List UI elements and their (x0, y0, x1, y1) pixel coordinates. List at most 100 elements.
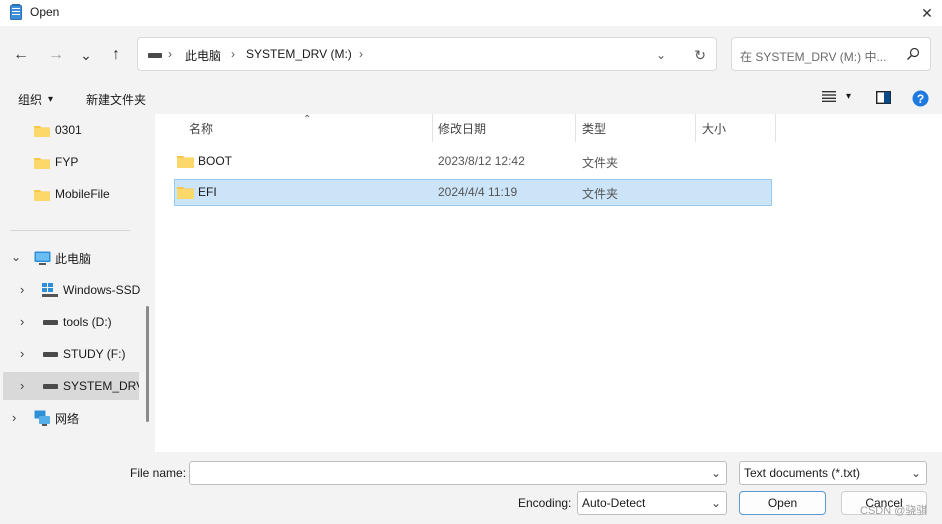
view-options-button[interactable]: ▾ (822, 90, 851, 102)
chevron-right-icon[interactable]: › (20, 314, 24, 329)
sidebar-item-windows-ssd[interactable]: › Windows-SSD (0, 276, 140, 304)
search-input[interactable]: 在 SYSTEM_DRV (M:) 中... (731, 37, 931, 71)
windows-drive-icon (42, 283, 58, 297)
organize-label: 组织 (18, 93, 43, 107)
sidebar-item-this-pc[interactable]: ⌄ 此电脑 (0, 244, 140, 272)
column-divider[interactable] (695, 114, 696, 142)
file-type: 文件夹 (582, 187, 619, 201)
file-modified: 2024/4/4 11:19 (438, 185, 518, 199)
sidebar-item-system-drv[interactable]: › SYSTEM_DRV (3, 372, 139, 400)
folder-icon (34, 190, 50, 201)
column-header-modified[interactable]: 修改日期 (438, 114, 486, 142)
organize-menu-button[interactable]: 组织 ▾ (18, 91, 53, 108)
open-button[interactable]: Open (739, 491, 826, 515)
drive-icon (43, 352, 58, 357)
chevron-down-icon: ⌄ (80, 46, 92, 63)
drive-icon (43, 384, 58, 389)
sidebar-item-fyp[interactable]: FYP (0, 148, 140, 176)
help-button[interactable]: ? (912, 90, 929, 110)
refresh-button[interactable]: ↻ (694, 47, 706, 64)
sidebar-item-label: tools (D:) (63, 315, 112, 329)
chevron-right-icon[interactable]: › (20, 378, 24, 393)
search-icon (907, 47, 920, 60)
caret-down-icon: ▾ (48, 94, 54, 105)
sort-ascending-icon: ⌃ (303, 114, 312, 125)
svg-text:?: ? (917, 92, 924, 106)
sidebar-item-label: 此电脑 (55, 251, 92, 266)
column-header-type[interactable]: 类型 (582, 114, 606, 142)
chevron-right-icon[interactable]: › (20, 346, 24, 361)
recent-locations-button[interactable]: ⌄ (74, 44, 98, 66)
file-name-label: File name: (130, 466, 187, 480)
column-header-size[interactable]: 大小 (702, 114, 726, 142)
list-view-icon (822, 91, 836, 102)
breadcrumb-separator[interactable]: › (231, 47, 235, 61)
folder-icon (34, 126, 50, 137)
chevron-down-icon: ⌄ (710, 496, 721, 510)
chevron-down-icon: ⌄ (910, 466, 921, 480)
breadcrumb-separator[interactable]: › (359, 47, 363, 61)
column-header-name[interactable]: 名称 (189, 114, 213, 142)
file-row[interactable]: BOOT 2023/8/12 12:42 文件夹 (174, 148, 772, 175)
sidebar-item-0301[interactable]: 0301 (0, 116, 140, 144)
navigation-pane: 0301 FYP MobileFile ⌄ 此电脑 › Windows-SSD … (0, 114, 155, 452)
close-button[interactable]: ✕ (912, 0, 942, 26)
sidebar-divider (10, 230, 130, 231)
notepad-icon (10, 4, 22, 20)
folder-icon (34, 158, 50, 169)
sidebar-item-label: SYSTEM_DRV (63, 379, 139, 393)
title-bar: Open ✕ (0, 0, 942, 26)
sidebar-item-label: STUDY (F:) (63, 347, 126, 361)
watermark: CSDN @骁骐 (860, 505, 928, 517)
breadcrumb-separator[interactable]: › (168, 47, 172, 61)
sidebar-item-mobilefile[interactable]: MobileFile (0, 180, 140, 208)
navigation-row: ← → ⌄ ↑ › 此电脑 › SYSTEM_DRV (M:) › ⌄ ↻ 在 … (0, 26, 942, 84)
file-name: BOOT (198, 154, 233, 168)
column-divider[interactable] (432, 114, 433, 142)
column-divider[interactable] (575, 114, 576, 142)
encoding-select[interactable]: Auto-Detect ⌄ (577, 491, 727, 515)
sidebar-item-network[interactable]: › 网络 (0, 404, 140, 432)
chevron-right-icon[interactable]: › (20, 282, 24, 297)
command-bar: 组织 ▾ 新建文件夹 ▾ ? (0, 84, 942, 114)
pc-icon (34, 251, 51, 265)
close-icon: ✕ (921, 4, 933, 21)
network-icon (34, 410, 50, 426)
folder-icon (177, 156, 194, 168)
sidebar-item-label: 0301 (55, 123, 82, 137)
file-row[interactable]: EFI 2024/4/4 11:19 文件夹 (174, 179, 772, 206)
encoding-label: Encoding: (518, 496, 572, 510)
breadcrumb-system-drv[interactable]: SYSTEM_DRV (M:) (246, 47, 352, 61)
chevron-right-icon[interactable]: › (12, 410, 16, 425)
arrow-right-icon: → (48, 46, 64, 63)
file-type-select[interactable]: Text documents (*.txt) ⌄ (739, 461, 927, 485)
folder-icon (177, 187, 194, 199)
forward-button[interactable]: → (44, 44, 68, 66)
address-history-dropdown[interactable]: ⌄ (656, 48, 666, 62)
drive-icon (43, 320, 58, 325)
arrow-left-icon: ← (13, 46, 29, 63)
arrow-up-icon: ↑ (112, 46, 120, 63)
drive-icon (148, 53, 162, 58)
encoding-value: Auto-Detect (582, 496, 646, 510)
new-folder-button[interactable]: 新建文件夹 (86, 91, 146, 108)
back-button[interactable]: ← (9, 44, 33, 66)
dialog-footer: File name: ⌄ Text documents (*.txt) ⌄ En… (0, 452, 942, 524)
preview-pane-icon (875, 90, 892, 105)
search-placeholder: 在 SYSTEM_DRV (M:) 中... (740, 50, 887, 64)
sidebar-item-label: Windows-SSD (63, 283, 141, 297)
file-name-combobox[interactable]: ⌄ (189, 461, 727, 485)
chevron-down-icon[interactable]: ⌄ (11, 250, 21, 264)
refresh-icon: ↻ (694, 47, 706, 63)
breadcrumb-this-pc[interactable]: 此电脑 (185, 47, 221, 64)
sidebar-item-study-f[interactable]: › STUDY (F:) (0, 340, 140, 368)
sidebar-item-tools-d[interactable]: › tools (D:) (0, 308, 140, 336)
up-button[interactable]: ↑ (104, 44, 128, 66)
chevron-down-icon[interactable]: ⌄ (711, 466, 721, 480)
column-divider[interactable] (775, 114, 776, 142)
sidebar-scrollbar[interactable] (146, 306, 149, 422)
address-bar[interactable]: › 此电脑 › SYSTEM_DRV (M:) › ⌄ ↻ (137, 37, 717, 71)
file-type: 文件夹 (582, 156, 619, 170)
file-list: ⌃ 名称 修改日期 类型 大小 BOOT 2023/8/12 12:42 文件夹… (155, 114, 942, 452)
preview-pane-button[interactable] (875, 90, 892, 107)
